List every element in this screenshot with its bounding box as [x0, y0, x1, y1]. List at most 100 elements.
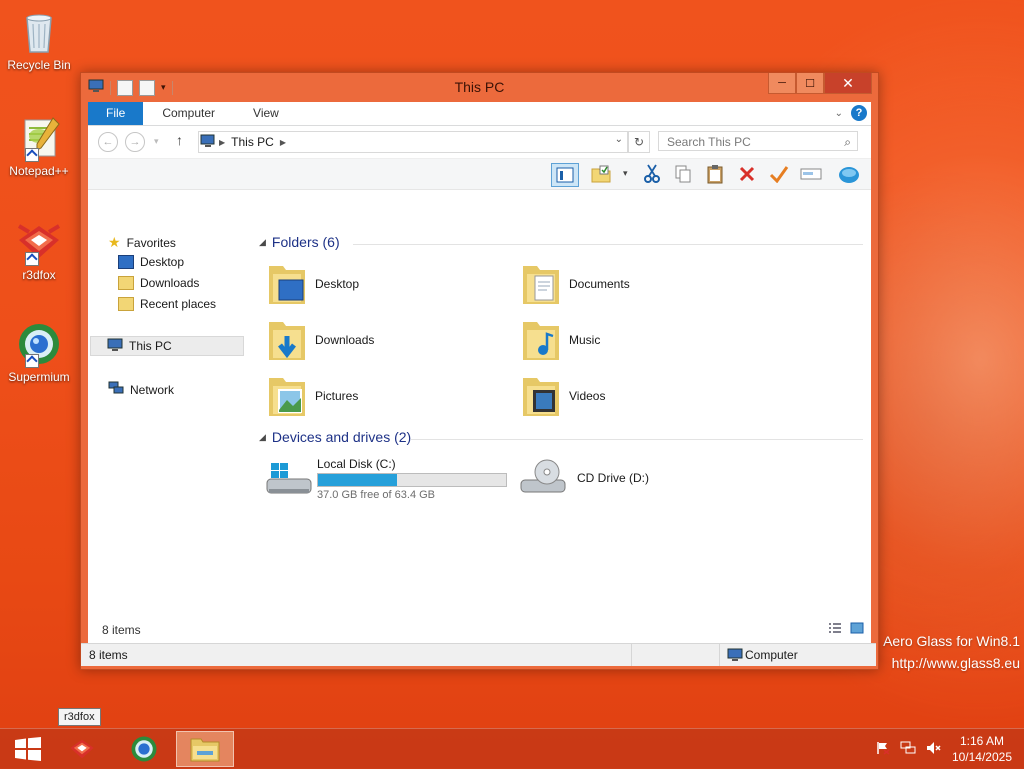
new-folder-icon[interactable] — [588, 163, 614, 185]
large-icons-view-icon[interactable] — [850, 622, 864, 637]
preview-pane-button[interactable] — [551, 163, 579, 187]
action-center-flag-icon[interactable] — [876, 741, 890, 758]
search-icon[interactable]: ⌕ — [844, 132, 851, 152]
delete-icon[interactable] — [734, 163, 760, 185]
nav-network[interactable]: Network — [108, 381, 174, 398]
details-view-icon[interactable] — [828, 622, 842, 637]
globe-icon[interactable] — [836, 163, 862, 185]
breadcrumb-chevron-icon[interactable]: ▶ — [219, 138, 225, 147]
start-button[interactable] — [0, 731, 56, 767]
desktop-icon-label: Notepad++ — [9, 164, 69, 178]
collapse-arrow-icon[interactable]: ◢ — [259, 432, 266, 443]
drive-usage-bar — [317, 473, 507, 487]
folder-tile-videos[interactable]: Videos — [521, 374, 605, 418]
cut-icon[interactable] — [639, 163, 665, 185]
desktop-folder-icon — [267, 262, 307, 306]
devices-header-label: Devices and drives (2) — [271, 429, 412, 445]
forward-button[interactable]: → — [125, 132, 145, 152]
cd-drive-icon — [519, 458, 569, 498]
status-divider — [719, 644, 720, 666]
desktop-icon-notepadpp[interactable]: Notepad++ — [4, 114, 74, 178]
checkmark-icon[interactable] — [766, 163, 792, 185]
devices-group-header[interactable]: ◢ Devices and drives (2) — [259, 429, 411, 445]
nav-label: Favorites — [126, 235, 176, 250]
folder-tile-music[interactable]: Music — [521, 318, 600, 362]
close-button[interactable]: ✕ — [824, 73, 872, 94]
notepad-plus-plus-icon — [15, 114, 63, 162]
refresh-icon[interactable]: ↻ — [628, 131, 650, 153]
help-icon[interactable]: ? — [851, 105, 867, 121]
search-input[interactable]: Search This PC ⌕ — [658, 131, 858, 151]
desktop-icon-recycle-bin[interactable]: Recycle Bin — [4, 8, 74, 72]
folder-label: Documents — [569, 277, 630, 291]
dropdown-arrow-icon[interactable]: ▾ — [623, 168, 628, 179]
tab-file[interactable]: File — [88, 102, 144, 125]
folder-tile-documents[interactable]: Documents — [521, 262, 630, 306]
supermium-icon — [15, 320, 63, 368]
folder-label: Music — [569, 333, 601, 347]
tab-computer[interactable]: Computer — [143, 102, 234, 125]
r3dfox-icon — [70, 739, 94, 759]
folder-label: Videos — [569, 389, 606, 403]
desktop-icon-label: Recycle Bin — [7, 58, 71, 72]
tab-view[interactable]: View — [234, 102, 298, 125]
nav-label: Recent places — [140, 297, 217, 311]
rename-icon[interactable] — [798, 163, 824, 185]
drive-usage-fill — [318, 474, 397, 486]
shortcut-arrow-icon — [25, 252, 39, 266]
local-disk-icon — [265, 459, 315, 499]
taskbar-file-explorer[interactable] — [176, 731, 234, 767]
nav-desktop[interactable]: Desktop — [118, 255, 184, 269]
drive-tile-cd-drive[interactable]: CD Drive (D:) — [519, 458, 649, 498]
aero-glass-watermark: Aero Glass for Win8.1 http://www.glass8.… — [883, 630, 1020, 674]
title-bar[interactable]: ▾ This PC ─ ☐ ✕ — [81, 73, 878, 101]
network-icon[interactable] — [900, 741, 916, 758]
clock-time: 1:16 AM — [959, 734, 1004, 748]
copy-icon[interactable] — [670, 163, 696, 185]
nav-label: Downloads — [140, 276, 200, 290]
computer-icon — [727, 648, 743, 665]
breadcrumb-this-pc[interactable]: This PC — [231, 135, 274, 149]
status-item-count: 8 items — [89, 648, 128, 662]
watermark-line-1: Aero Glass for Win8.1 — [883, 633, 1020, 649]
nav-this-pc[interactable]: This PC — [90, 336, 244, 356]
paste-icon[interactable] — [702, 163, 728, 185]
nav-label: Network — [130, 382, 175, 397]
taskbar-tooltip: r3dfox — [58, 708, 101, 726]
volume-muted-icon[interactable] — [926, 741, 942, 758]
computer-icon — [107, 338, 123, 355]
folder-tile-pictures[interactable]: Pictures — [267, 374, 358, 418]
star-icon: ★ — [108, 234, 121, 250]
address-dropdown-icon[interactable]: ⌄ — [615, 134, 623, 145]
caption-buttons: ─ ☐ ✕ — [768, 73, 872, 94]
videos-folder-icon — [521, 374, 561, 418]
taskbar-r3dfox[interactable] — [54, 731, 110, 767]
downloads-icon — [118, 276, 134, 290]
pictures-folder-icon — [267, 374, 307, 418]
minimize-button[interactable]: ─ — [768, 73, 796, 94]
windows-logo-icon — [15, 737, 41, 761]
status-zone: Computer — [745, 648, 798, 662]
desktop-icon-r3dfox[interactable]: r3dfox — [4, 218, 74, 282]
item-count: 8 items — [102, 623, 141, 637]
nav-favorites[interactable]: ★ Favorites — [108, 234, 176, 251]
address-bar[interactable]: ▶ This PC ▶ ⌄ — [198, 131, 628, 153]
nav-downloads[interactable]: Downloads — [118, 276, 199, 290]
folder-tile-downloads[interactable]: Downloads — [267, 318, 374, 362]
expand-ribbon-icon[interactable]: ⌄ — [835, 108, 843, 119]
system-tray: 1:16 AM 10/14/2025 — [876, 733, 1012, 765]
folders-group-header[interactable]: ◢ Folders (6) — [259, 234, 340, 250]
folder-tile-desktop[interactable]: Desktop — [267, 262, 359, 306]
back-button[interactable]: ← — [98, 132, 118, 152]
clock[interactable]: 1:16 AM 10/14/2025 — [952, 733, 1012, 765]
desktop-icon-supermium[interactable]: Supermium — [4, 320, 74, 384]
taskbar-supermium[interactable] — [116, 731, 172, 767]
up-arrow-icon[interactable]: ↑ — [176, 132, 183, 148]
breadcrumb-chevron-icon[interactable]: ▶ — [280, 138, 286, 147]
maximize-button[interactable]: ☐ — [796, 73, 824, 94]
nav-recent-places[interactable]: Recent places — [118, 297, 216, 311]
recent-locations-icon[interactable]: ▾ — [154, 136, 159, 147]
drive-tile-local-disk[interactable]: Local Disk (C:) 37.0 GB free of 63.4 GB — [265, 454, 515, 504]
collapse-arrow-icon[interactable]: ◢ — [259, 237, 266, 248]
supermium-icon — [131, 736, 157, 762]
